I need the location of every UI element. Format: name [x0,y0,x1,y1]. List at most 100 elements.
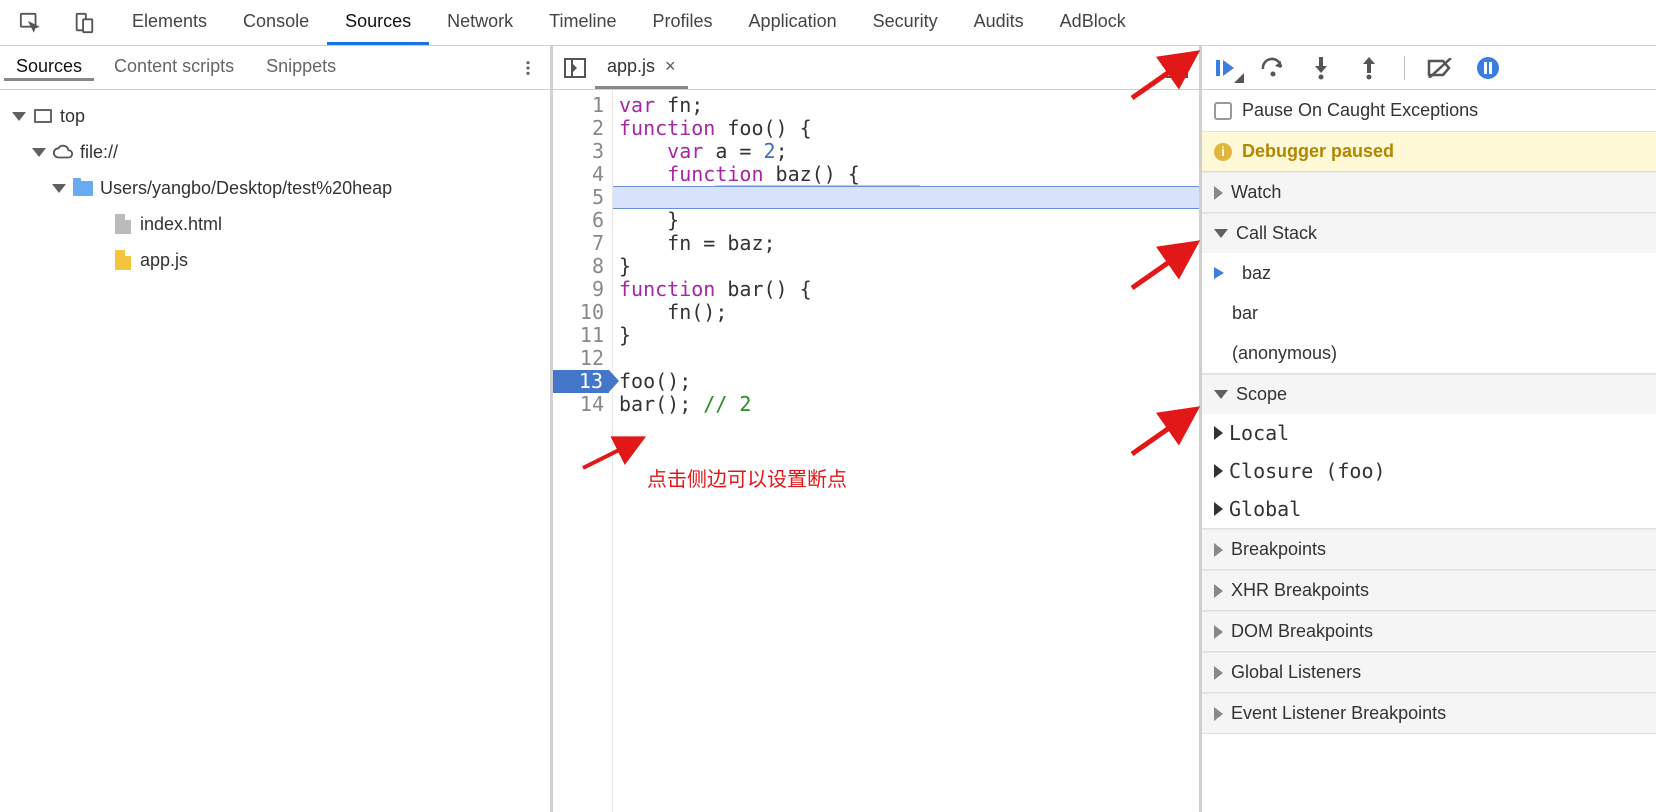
section-label: Watch [1231,182,1281,203]
gutter-line[interactable]: 4 [553,163,604,186]
top-tab-profiles[interactable]: Profiles [635,0,731,45]
code-line: foo(); [619,370,1199,393]
line-gutter[interactable]: 1234567891011121314 [553,90,613,812]
top-tab-adblock[interactable]: AdBlock [1042,0,1144,45]
section-call-stack[interactable]: Call Stack [1202,213,1656,253]
pause-on-caught-row[interactable]: Pause On Caught Exceptions [1202,90,1656,132]
section-scope[interactable]: Scope [1202,374,1656,414]
scope-entry[interactable]: Local [1202,414,1656,452]
gutter-line[interactable]: 10 [553,301,604,324]
top-tab-audits[interactable]: Audits [956,0,1042,45]
section-event-listener-breakpoints[interactable]: Event Listener Breakpoints [1202,693,1656,733]
debugger-panel: Pause On Caught Exceptions i Debugger pa… [1202,46,1656,812]
call-stack-frame[interactable]: baz [1202,253,1656,293]
tree-file-html[interactable]: index.html [4,206,546,242]
top-tab-network[interactable]: Network [429,0,531,45]
navigator-tab-snippets[interactable]: Snippets [250,56,352,80]
deactivate-breakpoints-icon[interactable] [1427,55,1453,81]
tree-label: index.html [140,214,222,235]
gutter-line[interactable]: 3 [553,140,604,163]
scope-entry[interactable]: Closure (foo) [1202,452,1656,490]
gutter-line[interactable]: 13 [553,370,604,393]
tree-label: Users/yangbo/Desktop/test%20heap [100,178,392,199]
navigator-tab-content-scripts[interactable]: Content scripts [98,56,250,80]
gutter-line[interactable]: 14 [553,393,604,416]
top-tab-sources[interactable]: Sources [327,0,429,45]
top-tab-timeline[interactable]: Timeline [531,0,634,45]
scope-label: Local [1229,421,1289,445]
call-stack-frame[interactable]: bar [1202,293,1656,333]
navigator-tab-sources[interactable]: Sources [0,56,98,80]
gutter-line[interactable]: 8 [553,255,604,278]
code-line [619,347,1199,370]
breakpoint-marker[interactable]: 13 [553,370,609,393]
editor-file-tab[interactable]: app.js × [595,46,688,89]
expand-icon [1214,502,1223,516]
gutter-line[interactable]: 5 [553,186,604,209]
top-tab-elements[interactable]: Elements [114,0,225,45]
call-stack-label: baz [1242,263,1271,284]
call-stack-label: bar [1232,303,1258,324]
code-editor[interactable]: 1234567891011121314 var fn;function foo(… [553,90,1199,812]
section-watch[interactable]: Watch [1202,172,1656,212]
step-out-icon[interactable] [1356,55,1382,81]
tree-origin[interactable]: file:// [4,134,546,170]
execution-line-highlight [613,186,1199,209]
gutter-line[interactable]: 1 [553,94,604,117]
section-global-listeners[interactable]: Global Listeners [1202,652,1656,692]
device-mode-icon[interactable] [68,7,100,39]
section-xhr-breakpoints[interactable]: XHR Breakpoints [1202,570,1656,610]
section-dom-breakpoints[interactable]: DOM Breakpoints [1202,611,1656,651]
gutter-line[interactable]: 7 [553,232,604,255]
code-line: } [619,209,1199,232]
gutter-line[interactable]: 12 [553,347,604,370]
step-into-icon[interactable] [1308,55,1334,81]
section-label: Event Listener Breakpoints [1231,703,1446,724]
tree-frame-top[interactable]: top [4,98,546,134]
file-icon [112,213,134,235]
section-breakpoints[interactable]: Breakpoints [1202,529,1656,569]
top-tab-application[interactable]: Application [731,0,855,45]
tree-label: app.js [140,250,188,271]
section-label: XHR Breakpoints [1231,580,1369,601]
debugger-toolbar [1202,46,1656,90]
debugger-status: i Debugger paused [1202,132,1656,172]
step-over-icon[interactable] [1260,55,1286,81]
code-line: function bar() { [619,278,1199,301]
toggle-navigator-icon[interactable] [559,52,591,84]
navigator-tab-strip: SourcesContent scriptsSnippets [0,46,550,90]
editor-file-tab-label: app.js [607,56,655,77]
tree-file-js[interactable]: app.js [4,242,546,278]
info-icon: i [1214,143,1232,161]
top-tab-security[interactable]: Security [855,0,956,45]
checkbox[interactable] [1214,102,1232,120]
resume-icon[interactable] [1212,55,1238,81]
code-line: } [619,255,1199,278]
gutter-line[interactable]: 2 [553,117,604,140]
section-label: Call Stack [1236,223,1317,244]
code-line: } [619,324,1199,347]
close-icon[interactable]: × [665,56,676,77]
gutter-line[interactable]: 11 [553,324,604,347]
more-icon[interactable] [512,52,544,84]
pause-on-caught-label: Pause On Caught Exceptions [1242,100,1478,121]
code-line: function baz() { [619,163,1199,186]
scope-label: Closure (foo) [1229,459,1386,483]
top-tab-console[interactable]: Console [225,0,327,45]
code-line: fn(); [619,301,1199,324]
call-stack-frame[interactable]: (anonymous) [1202,333,1656,373]
inspect-element-icon[interactable] [14,7,46,39]
navigator-panel: SourcesContent scriptsSnippets top file:… [0,46,553,812]
section-label: Breakpoints [1231,539,1326,560]
gutter-line[interactable]: 6 [553,209,604,232]
section-label: Scope [1236,384,1287,405]
tree-folder[interactable]: Users/yangbo/Desktop/test%20heap [4,170,546,206]
gutter-line[interactable]: 9 [553,278,604,301]
tree-label: top [60,106,85,127]
code-area[interactable]: var fn;function foo() { var a = 2; funct… [613,90,1199,812]
folder-icon [72,177,94,199]
scope-entry[interactable]: Global [1202,490,1656,528]
section-label: Global Listeners [1231,662,1361,683]
pause-exceptions-icon[interactable] [1475,55,1501,81]
code-line: fn = baz; [619,232,1199,255]
